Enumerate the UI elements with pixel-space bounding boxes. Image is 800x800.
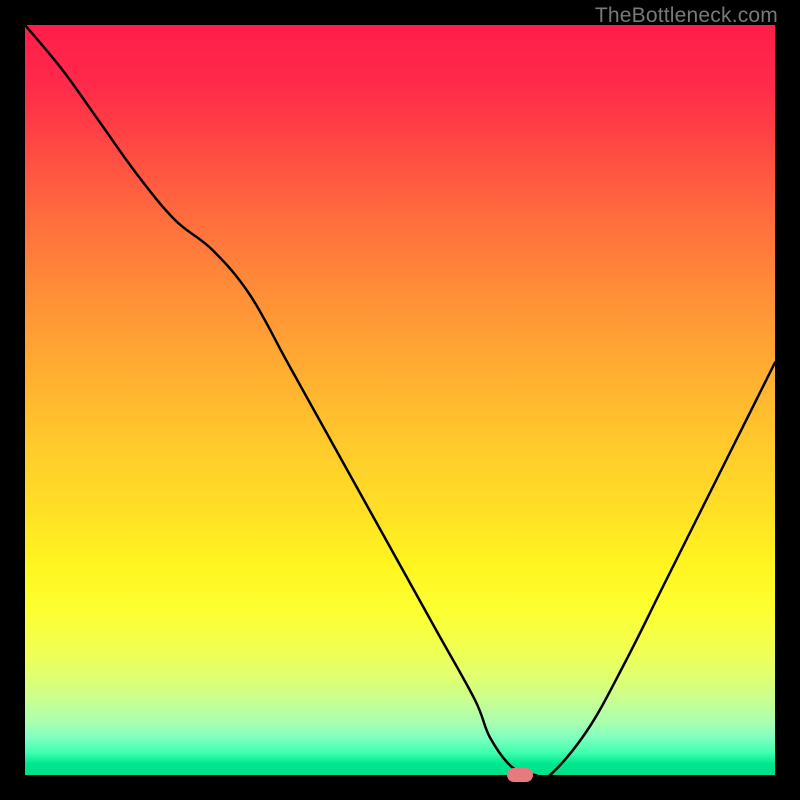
chart-gradient-background [25,25,775,775]
watermark-text: TheBottleneck.com [595,4,778,28]
optimal-marker [507,768,533,782]
bottleneck-chart: TheBottleneck.com [0,0,800,800]
